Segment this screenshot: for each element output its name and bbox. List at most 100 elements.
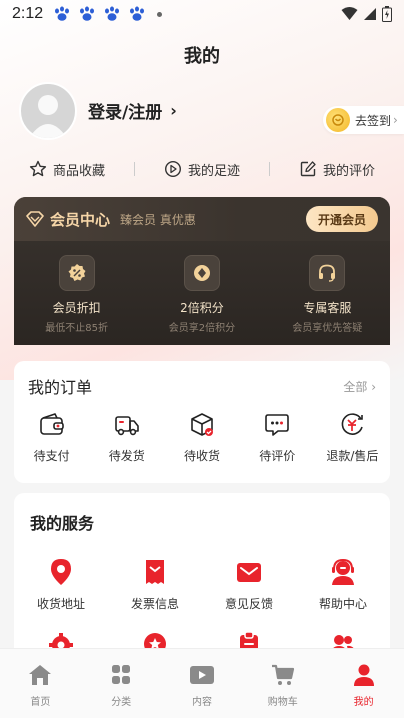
tab-label: 购物车	[267, 697, 298, 708]
service-label: 发票信息	[130, 597, 179, 611]
paw-icon	[105, 6, 120, 21]
paw-icon	[80, 6, 95, 21]
perk-desc: 会员享2倍积分	[168, 323, 236, 334]
wifi-icon	[341, 7, 358, 20]
service-feedback[interactable]: 意见反馈	[202, 557, 296, 612]
status-indicators	[341, 6, 392, 22]
perk-service[interactable]: 专属客服 会员享优先答疑	[265, 255, 390, 334]
service-help-center[interactable]: 帮助中心	[296, 557, 390, 612]
battery-icon	[382, 6, 392, 22]
chevron-right-icon: ›	[393, 113, 398, 127]
wallet-icon	[39, 413, 64, 435]
perk-title: 会员折扣	[52, 301, 101, 315]
quick-link-favorites[interactable]: 商品收藏	[0, 160, 134, 179]
order-status-row: 待支付 待发货 待收货 待评价 退款/售后	[14, 411, 390, 464]
package-icon	[191, 413, 213, 436]
cart-icon	[271, 664, 294, 685]
vip-title: 会员中心	[50, 210, 111, 229]
quick-link-reviews[interactable]: 我的评价	[270, 160, 404, 179]
tab-cart[interactable]: 购物车	[242, 649, 323, 718]
service-label: 收货地址	[36, 597, 85, 611]
services-title: 我的服务	[30, 514, 95, 533]
open-vip-button[interactable]: 开通会员	[305, 206, 378, 232]
quick-link-label: 我的评价	[322, 163, 375, 179]
login-register-link[interactable]: 登录/注册 ›	[88, 98, 177, 123]
page-title: 我的	[184, 46, 220, 67]
location-icon	[51, 559, 71, 585]
quick-links: 商品收藏 我的足迹 我的评价	[0, 156, 404, 182]
signin-label: 去签到	[355, 113, 392, 128]
service-label: 意见反馈	[224, 597, 273, 611]
orders-card: 我的订单 全部 › 待支付 待发货 待收货 待评价 退款/售后	[14, 361, 390, 483]
orders-title: 我的订单	[28, 378, 93, 397]
login-label: 登录/注册	[88, 103, 163, 123]
diamond-icon	[26, 211, 44, 227]
view-all-orders-link[interactable]: 全部 ›	[343, 378, 376, 395]
vip-card[interactable]: 会员中心 臻会员 真优惠 开通会员 会员折扣 最低不止85折 2倍积分 会员享2…	[14, 197, 390, 345]
chevron-right-icon: ›	[170, 101, 177, 120]
order-refund-aftersale[interactable]: 退款/售后	[315, 411, 390, 464]
profile-icon	[353, 664, 374, 686]
service-address[interactable]: 收货地址	[14, 557, 108, 612]
invoice-icon	[146, 560, 164, 584]
vip-perks: 会员折扣 最低不止85折 2倍积分 会员享2倍积分 专属客服 会员享优先答疑	[14, 241, 390, 334]
quick-link-footprint[interactable]: 我的足迹	[135, 160, 269, 179]
services-header: 我的服务	[14, 493, 390, 551]
coin-icon	[326, 108, 350, 132]
notification-dot	[157, 11, 163, 17]
tab-home[interactable]: 首页	[0, 649, 81, 718]
tab-category[interactable]: 分类	[81, 649, 162, 718]
order-label: 退款/售后	[326, 449, 379, 463]
perk-points[interactable]: 2倍积分 会员享2倍积分	[139, 255, 264, 334]
perk-discount[interactable]: 会员折扣 最低不止85折	[14, 255, 139, 334]
avatar[interactable]	[19, 82, 77, 140]
default-avatar-icon	[29, 95, 67, 138]
service-invoice[interactable]: 发票信息	[108, 557, 202, 612]
tab-content[interactable]: 内容	[162, 649, 243, 718]
headset-icon	[309, 255, 346, 291]
bottom-tab-bar: 首页 分类 内容 购物车 我的	[0, 648, 404, 718]
vip-header: 会员中心 臻会员 真优惠 开通会员	[14, 197, 390, 241]
service-agent-icon	[332, 558, 354, 585]
services-card: 我的服务 收货地址 发票信息 意见反馈 帮助中心	[14, 493, 390, 673]
quick-link-label: 商品收藏	[52, 163, 105, 179]
comment-icon	[265, 414, 290, 436]
order-pending-receipt[interactable]: 待收货	[164, 411, 239, 464]
orders-header: 我的订单 全部 ›	[14, 361, 390, 411]
quick-link-label: 我的足迹	[187, 163, 240, 179]
order-label: 待评价	[259, 449, 296, 463]
order-pending-shipment[interactable]: 待发货	[89, 411, 164, 464]
signin-button[interactable]: 去签到 ›	[323, 106, 404, 134]
home-icon	[29, 665, 52, 685]
tab-profile[interactable]: 我的	[323, 649, 404, 718]
order-label: 待发货	[108, 449, 145, 463]
status-time: 2:12	[12, 5, 44, 22]
order-pending-payment[interactable]: 待支付	[14, 411, 89, 464]
star-icon	[29, 160, 47, 177]
tab-label: 分类	[111, 697, 132, 708]
order-label: 待收货	[184, 449, 221, 463]
vip-subtitle: 臻会员 真优惠	[120, 212, 196, 227]
paw-icon	[130, 6, 145, 21]
video-icon	[189, 666, 214, 684]
order-pending-review[interactable]: 待评价	[240, 411, 315, 464]
footprint-icon	[164, 160, 181, 178]
discount-icon	[58, 255, 95, 291]
service-label: 帮助中心	[318, 597, 367, 611]
perk-desc: 会员享优先答疑	[292, 323, 363, 334]
refund-icon	[342, 413, 364, 435]
signal-icon	[364, 8, 376, 20]
perk-title: 2倍积分	[180, 301, 224, 315]
tab-label: 首页	[30, 697, 51, 708]
truck-icon	[114, 416, 139, 436]
perk-title: 专属客服	[303, 301, 352, 315]
order-label: 待支付	[33, 449, 70, 463]
paw-icon	[55, 6, 70, 21]
tab-label: 内容	[191, 697, 212, 708]
points-icon	[183, 255, 220, 291]
status-bar: 2:12	[0, 0, 404, 28]
category-icon	[112, 665, 131, 684]
mail-icon	[237, 563, 261, 582]
tab-label: 我的	[353, 697, 374, 708]
edit-icon	[300, 161, 316, 177]
